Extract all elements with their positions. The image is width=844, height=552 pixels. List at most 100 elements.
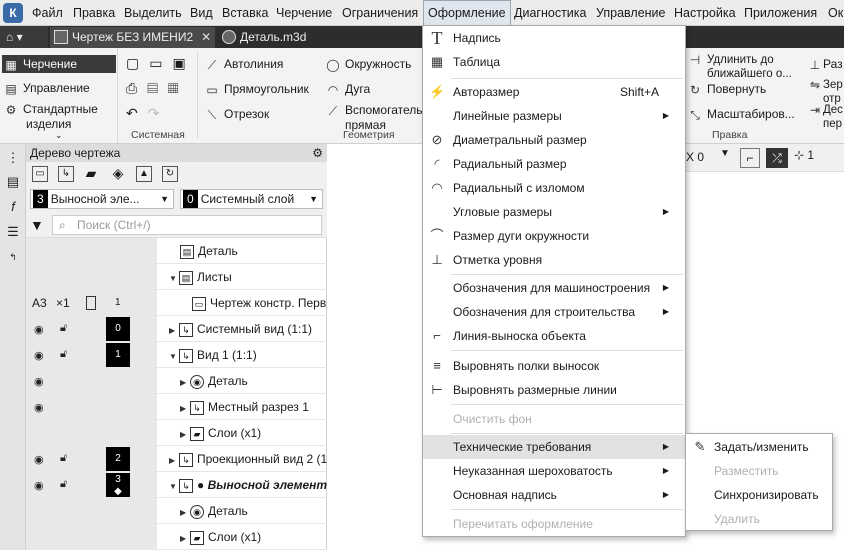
rotate-button[interactable]: ↻ Повернуть [688,82,766,97]
tree-row[interactable]: ▼ ▤ Листы [26,264,327,290]
system-buttons-row-3[interactable]: ↶↷ [126,106,169,120]
tab-part[interactable]: Деталь.m3d [218,27,338,48]
menu-select[interactable]: Выделить [120,0,186,26]
eye-icon[interactable]: ◉ [34,479,44,492]
menu-item-construction-symbols[interactable]: Обозначения для строительства ▶ [423,300,685,324]
tree-row[interactable]: ◉ 🔓︎ 0 ▶ ↳ Системный вид (1:1) [26,316,327,342]
system-buttons-row-2[interactable]: ⎙▤▦ [126,81,189,95]
scale-button[interactable]: ⤡ Масштабиров... [688,107,795,122]
menu-item-arc-length[interactable]: ⌒ Размер дуги окружности [423,224,685,248]
menu-settings[interactable]: Настройка [670,0,740,26]
autoline-button[interactable]: ⟋ Автолиния [205,57,284,72]
menu-insert[interactable]: Вставка [218,0,272,26]
snap-icon[interactable]: ⤮ [766,148,788,168]
submenu-item-set-edit[interactable]: ✎ Задать/изменить [686,435,832,459]
segment-button[interactable]: ⟍ Отрезок [205,107,269,122]
preview-icon[interactable]: ▤ [147,80,168,96]
tree-refresh-icon[interactable]: ↻ [162,166,178,182]
menu-drawing[interactable]: Черчение [272,0,336,26]
print-icon[interactable]: ⎙ [126,80,147,96]
menu-item-radial-dimension[interactable]: ◜ Радиальный размер [423,152,685,176]
tree-row[interactable]: ▶ ▰ Слои (x1) [26,524,327,550]
tree-row[interactable]: ▶ ◉ Деталь [26,498,327,524]
menu-item-table[interactable]: ▦ Таблица [423,50,685,74]
tree-row[interactable]: ◉ ▶ ↳ Местный разрез 1 [26,394,327,420]
eye-icon[interactable]: ◉ [34,401,44,414]
rectangle-button[interactable]: ▭ Прямоугольник [205,82,308,97]
menu-item-angular-dimensions[interactable]: Угловые размеры ▶ [423,200,685,224]
tab-drawing[interactable]: Чертеж БЕЗ ИМЕНИ2 ✕ [50,27,215,48]
split-button[interactable]: ⊥ Раз [808,57,843,72]
deform-button[interactable]: ⇥ Дес пер [808,103,843,131]
menu-edit[interactable]: Правка [69,0,119,26]
tree-image-icon[interactable]: ▲ [136,166,152,182]
mode-drawing[interactable]: ▦ Черчение [2,55,116,73]
tree-row[interactable]: ◉ 🔓︎ 2 ▶ ↳ Проекционный вид 2 (1 [26,446,327,472]
save-icon[interactable]: ▣ [172,55,195,71]
filter-icon[interactable]: ▼ [30,217,44,233]
menu-apps[interactable]: Приложения [740,0,821,26]
properties-panel-icon[interactable]: ▤ [5,174,21,190]
tree-layers-icon[interactable]: ◈ [110,166,126,182]
redo-icon[interactable]: ↷ [148,105,170,121]
lock-icon[interactable]: 🔓︎ [60,348,67,361]
menu-item-linear-dimensions[interactable]: Линейные размеры ▶ [423,104,685,128]
submenu-item-place[interactable]: Разместить [686,459,832,483]
eye-icon[interactable]: ◉ [34,453,44,466]
menu-item-clear-background[interactable]: Очистить фон [423,407,685,431]
grid-step-field[interactable]: ⊹ 1 [794,148,814,162]
tree-panel-icon[interactable]: ⋮ [5,150,21,166]
menu-item-autodimension[interactable]: ⚡ Авторазмер Shift+A [423,80,685,104]
gear-icon[interactable]: ⚙ [312,144,323,162]
eye-icon[interactable]: ◉ [34,375,44,388]
menu-item-title-block[interactable]: Основная надпись ▶ [423,483,685,507]
lock-icon[interactable]: 🔓︎ [60,322,67,335]
system-layer-select[interactable]: 0 Системный слой ▼ [180,189,323,209]
eye-icon[interactable]: ◉ [34,323,44,336]
menu-item-align-dimension-lines[interactable]: ⊢ Выровнять размерные линии [423,378,685,402]
tree-row[interactable]: ▶ ▰ Слои (x1) [26,420,327,446]
undo-icon[interactable]: ↶ [126,105,148,121]
current-layer-select[interactable]: 3 Выносной эле... ▼ [30,189,174,209]
ortho-icon[interactable]: ⌐ [740,148,760,168]
menu-item-diameter-dimension[interactable]: ⊘ Диаметральный размер [423,128,685,152]
menu-item-reread-formatting[interactable]: Перечитать оформление [423,512,685,536]
properties-icon[interactable]: ▦ [168,80,189,96]
expand-chevron-icon[interactable]: ⌄ [55,130,63,141]
tree-row[interactable]: ◉ ▶ ◉ Деталь [26,368,327,394]
submenu-item-delete[interactable]: Удалить [686,507,832,531]
menu-constraints[interactable]: Ограничения [338,0,422,26]
variables-icon[interactable]: f [5,199,21,215]
menu-item-technical-requirements[interactable]: Технические требования ▶ [423,435,685,459]
menu-file[interactable]: Файл [28,0,67,26]
tree-row[interactable]: ◉ 🔓︎ 3 ◆ ▼ ↳ ● Выносной элемент [26,472,327,498]
lock-icon[interactable]: 🔓︎ [60,478,67,491]
tree-row[interactable]: ◉ 🔓︎ 1 ▼ ↳ Вид 1 (1:1) [26,342,327,368]
system-buttons-row-1[interactable]: ▢▭▣ [126,56,196,70]
home-tab[interactable]: ⌂ ▾ [0,26,48,48]
open-folder-icon[interactable]: ▭ [149,55,172,71]
circle-button[interactable]: ◯ Окружность [326,57,411,72]
menu-ok[interactable]: Ок [824,0,844,26]
tree-filter-shape-icon[interactable]: ▰ [83,166,99,182]
lock-icon[interactable]: 🔓︎ [60,452,67,465]
tree-row[interactable]: A3 ×1 1 ▭ Чертеж констр. Перв [26,290,327,316]
tree-row[interactable]: ▤ Деталь [26,238,327,264]
extend-button[interactable]: ⊣ Удлинить до ближайшего о... [688,53,792,81]
menu-item-unspecified-roughness[interactable]: Неуказанная шероховатость ▶ [423,459,685,483]
close-icon[interactable]: ✕ [201,30,211,44]
numbering-icon[interactable]: ↰ [5,249,21,265]
tree-sheet-icon[interactable]: ↳ [58,166,74,182]
menu-manage[interactable]: Управление [592,0,670,26]
submenu-item-synchronize[interactable]: Синхронизировать [686,483,832,507]
menu-item-label-text[interactable]: T Надпись [423,26,685,50]
chevron-down-icon[interactable]: ▼ [720,148,730,159]
mode-standard-parts[interactable]: ⚙ Стандартные изделия [4,102,98,131]
layers-panel-icon[interactable]: ☰ [5,224,21,240]
new-file-icon[interactable]: ▢ [126,55,149,71]
mirror-button[interactable]: ⇋ Зер отр [808,78,843,106]
menu-diagnostics[interactable]: Диагностика [510,0,590,26]
arc-button[interactable]: ◠ Дуга [326,82,370,97]
coord-x-field[interactable]: X 0 [686,150,704,164]
menu-formatting[interactable]: Оформление [423,0,511,26]
